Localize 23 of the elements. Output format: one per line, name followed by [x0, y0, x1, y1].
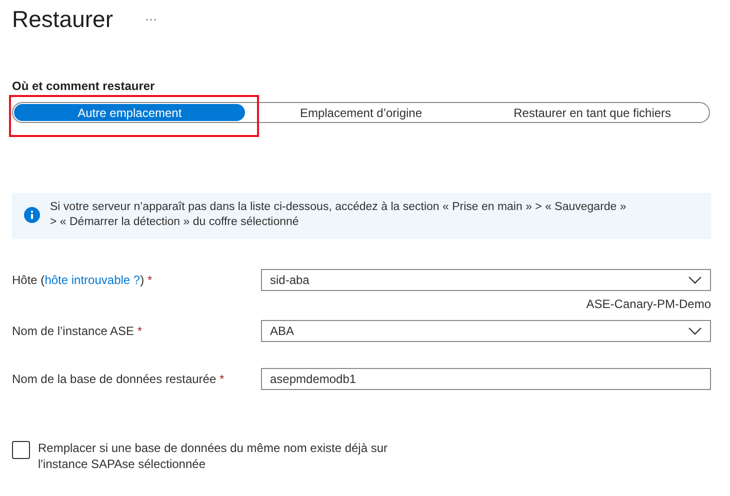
page-title: Restaurer — [12, 6, 113, 32]
field-label: Nom de l’instance ASE * — [12, 324, 144, 338]
dropdown-field[interactable]: ABA — [261, 320, 711, 342]
option-tab[interactable]: Autre emplacement — [14, 104, 246, 121]
chevron-down-icon — [688, 276, 702, 284]
info-text: Si votre serveur n’apparaît pas dans la liste ci-dessous, accédez à la section « Prise en main » > « Sauvegarde » > « Démarrer la détection » du coffre sélectionné — [50, 200, 628, 230]
field-label: Hôte (hôte introuvable ?) * — [12, 273, 154, 287]
option-tab[interactable]: Restaurer en tant que fichiers — [476, 104, 708, 121]
option-tab[interactable]: Emplacement d’origine — [245, 104, 477, 121]
dropdown-field[interactable]: sid-aba — [261, 269, 711, 291]
required-mark: * — [137, 324, 142, 338]
required-mark: * — [219, 372, 224, 386]
info-icon — [24, 207, 40, 223]
checkbox[interactable] — [12, 441, 30, 459]
required-mark: * — [147, 273, 152, 287]
section-label: Où et comment restaurer — [12, 79, 156, 93]
host-link[interactable]: hôte introuvable ? — [44, 273, 140, 287]
more-button[interactable]: ··· — [140, 12, 161, 26]
input-field[interactable]: asepmdemodb1 — [261, 368, 711, 390]
checkbox-label: Remplacer si une base de données du même nom existe déjà sur l'instance SAPAse sélectionnée — [38, 440, 389, 472]
field-label: Nom de la base de données restaurée * — [12, 372, 226, 386]
chevron-down-icon — [688, 327, 702, 335]
field-caption: ASE-Canary-PM-Demo — [586, 297, 711, 311]
